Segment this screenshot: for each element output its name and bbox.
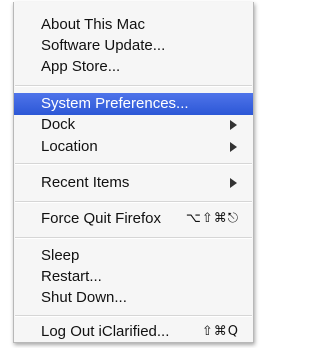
menu-item-label: Shut Down... xyxy=(41,289,127,306)
chevron-right-icon xyxy=(230,142,237,152)
menu-item-label: Force Quit Firefox xyxy=(41,210,162,227)
menu-separator xyxy=(15,237,252,239)
menu-item-label: Location xyxy=(41,138,98,155)
chevron-right-icon xyxy=(230,178,237,188)
menu-item-force-quit[interactable]: Force Quit Firefox ⌥⇧⌘⎋ xyxy=(14,208,253,230)
keyboard-shortcut: ⇧⌘Q xyxy=(201,324,239,339)
apple-menu: About This Mac Software Update... App St… xyxy=(13,2,254,343)
chevron-right-icon xyxy=(230,120,237,130)
menu-item-location[interactable]: Location xyxy=(14,136,253,158)
menu-item-dock[interactable]: Dock xyxy=(14,114,253,136)
menu-item-log-out[interactable]: Log Out iClarified... ⇧⌘Q xyxy=(14,321,253,343)
menu-item-system-preferences[interactable]: System Preferences... xyxy=(14,93,253,115)
menu-item-label: System Preferences... xyxy=(41,95,189,112)
menu-item-app-store[interactable]: App Store... xyxy=(14,56,253,78)
menu-separator xyxy=(15,201,252,203)
menu-separator xyxy=(15,315,252,317)
menu-item-label: Restart... xyxy=(41,268,102,285)
menu-item-label: Dock xyxy=(41,116,76,133)
keyboard-shortcut: ⌥⇧⌘⎋ xyxy=(185,211,239,226)
menu-item-software-update[interactable]: Software Update... xyxy=(14,35,253,57)
menu-item-restart[interactable]: Restart... xyxy=(14,266,253,288)
menu-item-label: Software Update... xyxy=(41,37,166,54)
menu-separator xyxy=(15,163,252,165)
menu-item-shut-down[interactable]: Shut Down... xyxy=(14,287,253,309)
menu-item-label: About This Mac xyxy=(41,16,145,33)
menu-item-label: Recent Items xyxy=(41,174,130,191)
menu-item-recent-items[interactable]: Recent Items xyxy=(14,172,253,194)
menu-item-about-this-mac[interactable]: About This Mac xyxy=(14,14,253,36)
menu-item-sleep[interactable]: Sleep xyxy=(14,245,253,267)
menu-item-label: Sleep xyxy=(41,247,80,264)
menu-item-label: Log Out iClarified... xyxy=(41,323,170,340)
menu-item-label: App Store... xyxy=(41,58,121,75)
menu-separator xyxy=(15,85,252,87)
